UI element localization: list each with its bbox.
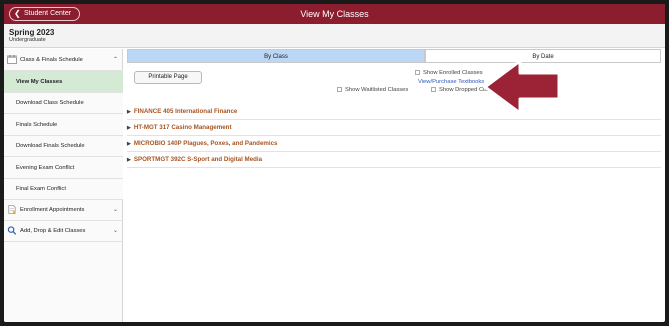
app-window: View My Classes ❮ Student Center Spring … (4, 4, 665, 322)
sidebar-item-evening-exam-conflict[interactable]: Evening Exam Conflict (4, 157, 123, 179)
course-row[interactable]: ▶ SPORTMGT 392C S-Sport and Digital Media (127, 152, 661, 168)
checkbox-box[interactable] (431, 86, 436, 92)
view-purchase-textbooks-link[interactable]: View/Purchase Textbooks (418, 79, 484, 85)
sidebar-group-label: Add, Drop & Edit Classes (20, 228, 86, 234)
show-enrolled-checkbox[interactable]: Show Enrolled Classes (415, 69, 483, 77)
sidebar-item-label: Final Exam Conflict (16, 186, 66, 192)
expand-triangle-icon: ▶ (127, 141, 131, 147)
sidebar-group-label: Class & Finals Schedule (20, 57, 83, 63)
course-title[interactable]: FINANCE 405 International Finance (134, 108, 238, 115)
chevron-down-icon: ⌄ (112, 228, 118, 234)
course-row[interactable]: ▶ MICROBIO 140P Plagues, Poxes, and Pande… (127, 136, 661, 152)
sidebar-item-final-exam-conflict[interactable]: Final Exam Conflict (4, 179, 123, 200)
tab-by-class[interactable]: By Class (127, 49, 425, 63)
sidebar-item-view-my-classes[interactable]: View My Classes (4, 71, 123, 93)
expand-triangle-icon: ▶ (127, 157, 131, 163)
course-title[interactable]: MICROBIO 140P Plagues, Poxes, and Pandem… (134, 140, 278, 147)
printable-page-button[interactable]: Printable Page (134, 71, 202, 84)
show-waitlisted-label: Show Waitlisted Classes (345, 87, 409, 93)
header-bar: View My Classes ❮ Student Center (4, 4, 665, 24)
sidebar-group-label: Enrollment Appointments (20, 207, 85, 213)
sidebar-item-label: Download Class Schedule (16, 100, 84, 106)
checkbox-box[interactable] (415, 69, 420, 75)
sidebar-item-download-finals-schedule[interactable]: Download Finals Schedule (4, 136, 123, 157)
search-icon (7, 226, 17, 235)
main-content: By Class By Date Printable Page Show Enr… (124, 49, 665, 322)
page-title: View My Classes (300, 9, 369, 19)
sidebar-item-label: Finals Schedule (16, 122, 58, 128)
sidebar-group-enrollment-appointments[interactable]: Enrollment Appointments ⌄ (4, 200, 123, 221)
sidebar-item-label: Evening Exam Conflict (16, 165, 75, 171)
course-row[interactable]: ▶ FINANCE 405 International Finance (127, 104, 661, 120)
term-name: Spring 2023 (9, 28, 55, 37)
student-center-back-button[interactable]: ❮ Student Center (9, 7, 81, 21)
sidebar-item-finals-schedule[interactable]: Finals Schedule (4, 114, 123, 136)
career-label: Undergraduate (9, 37, 46, 43)
sidebar-item-label: Download Finals Schedule (16, 143, 85, 149)
course-title[interactable]: SPORTMGT 392C S-Sport and Digital Media (134, 156, 262, 163)
chevron-left-icon: ❮ (14, 9, 21, 18)
show-dropped-label: Show Dropped Classes (439, 87, 500, 93)
course-title[interactable]: HT-MGT 317 Casino Management (134, 124, 232, 131)
tab-by-date[interactable]: By Date (425, 49, 661, 63)
expand-triangle-icon: ▶ (127, 125, 131, 131)
chevron-down-icon: ⌄ (112, 207, 118, 213)
course-row[interactable]: ▶ HT-MGT 317 Casino Management (127, 120, 661, 136)
sidebar-group-class-finals-schedule[interactable]: Class & Finals Schedule ⌃ (4, 49, 123, 71)
sidebar: Class & Finals Schedule ⌃ View My Classe… (4, 49, 123, 322)
chevron-up-icon: ⌃ (112, 57, 118, 63)
expand-triangle-icon: ▶ (127, 109, 131, 115)
show-dropped-checkbox[interactable]: Show Dropped Classes (431, 86, 500, 94)
checkbox-box[interactable] (337, 86, 342, 92)
sidebar-item-download-class-schedule[interactable]: Download Class Schedule (4, 93, 123, 114)
document-icon (8, 205, 16, 214)
show-enrolled-label: Show Enrolled Classes (423, 70, 483, 76)
back-button-label: Student Center (24, 10, 72, 17)
show-waitlisted-checkbox[interactable]: Show Waitlisted Classes (337, 86, 408, 94)
calendar-icon (7, 55, 17, 64)
sidebar-group-add-drop-edit-classes[interactable]: Add, Drop & Edit Classes ⌄ (4, 221, 123, 242)
view-tabs: By Class By Date (124, 49, 665, 63)
term-header: Spring 2023 Undergraduate (4, 24, 665, 48)
sidebar-item-label: View My Classes (16, 79, 63, 85)
